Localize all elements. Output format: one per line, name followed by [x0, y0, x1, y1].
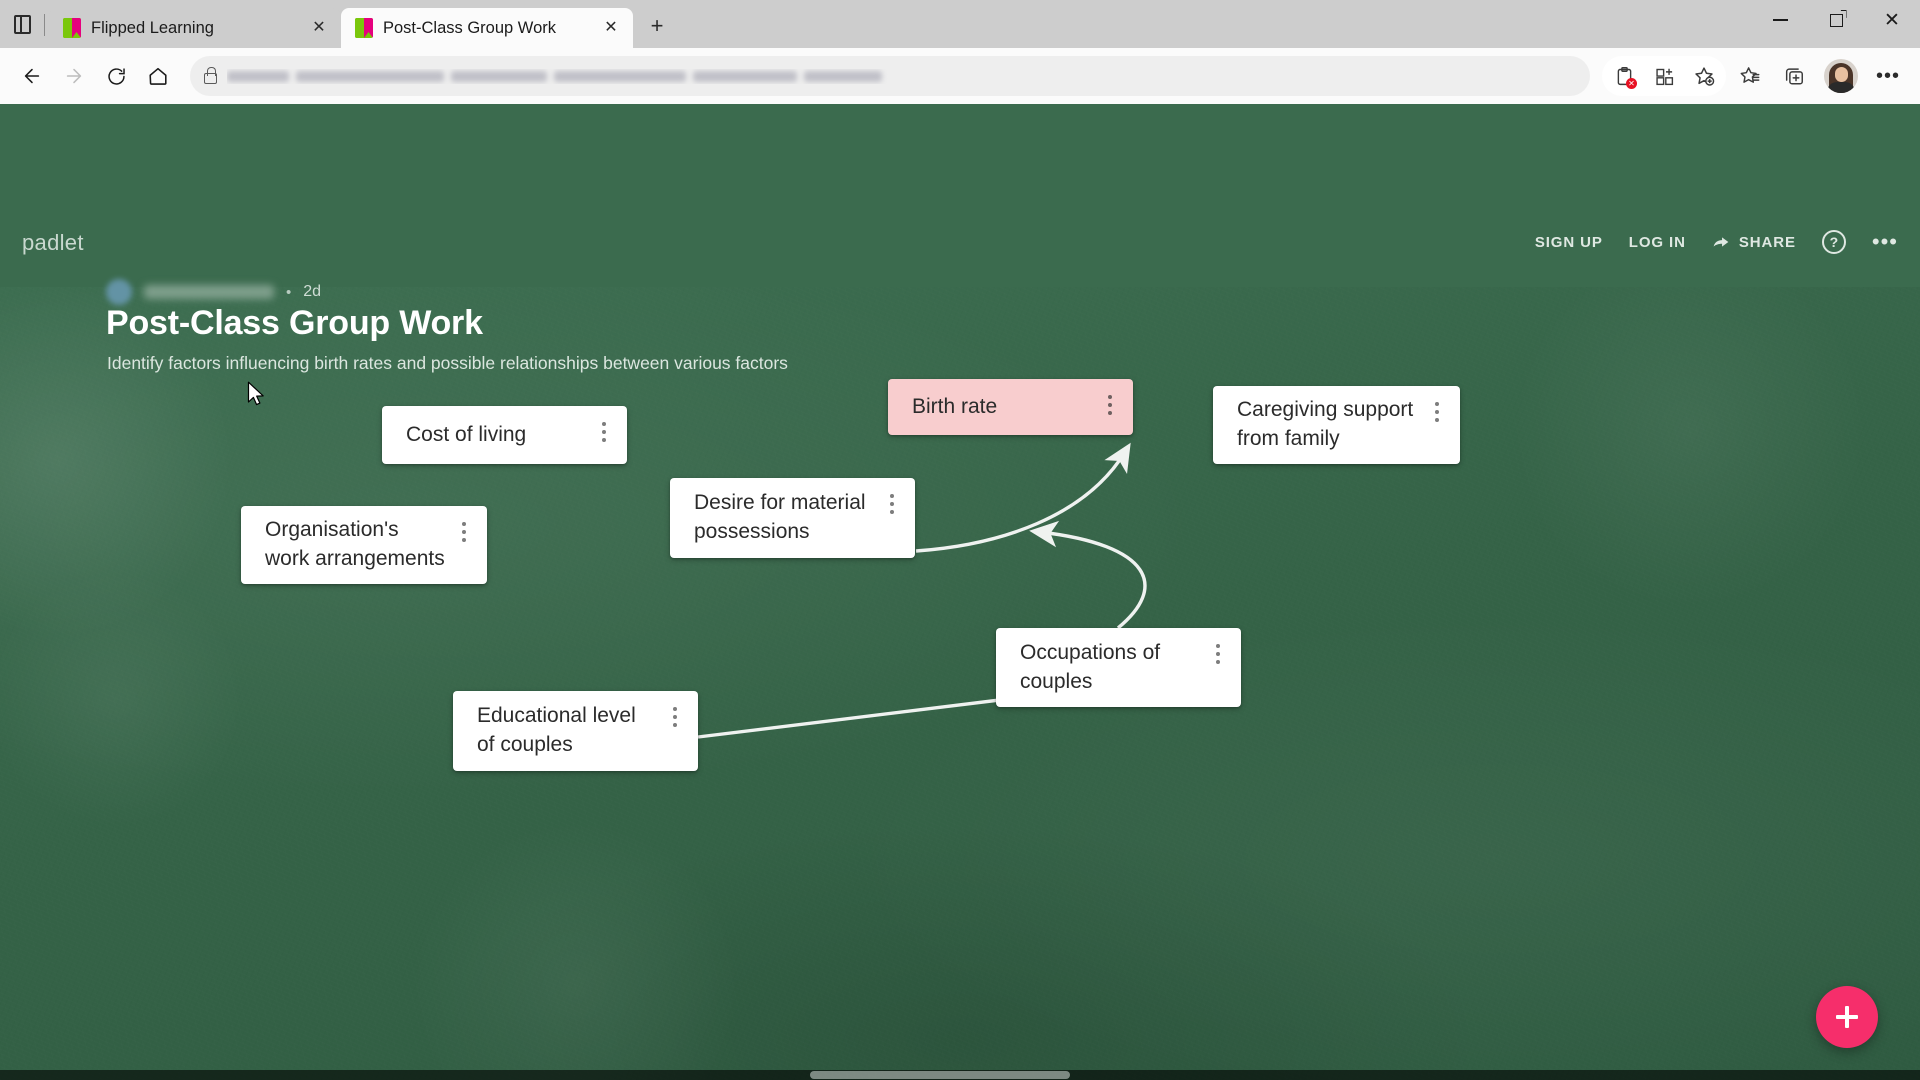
post-card-cost-of-living[interactable]: Cost of living [382, 406, 627, 464]
favorites-list-icon[interactable] [1730, 56, 1770, 96]
tab-list-glyph [13, 14, 31, 34]
tab-search-icon[interactable] [0, 0, 44, 48]
post-card-text: Occupations of couples [1020, 640, 1161, 693]
url-text [227, 69, 1576, 84]
avatar-body [1827, 82, 1855, 93]
byline-separator: • [286, 283, 292, 301]
author-name [144, 285, 274, 299]
post-card-educational-level[interactable]: Educational level of couples [453, 691, 698, 771]
browser-window: Flipped Learning ✕ Post-Class Group Work… [0, 0, 1920, 1080]
post-card-text: Educational level of couples [477, 704, 636, 756]
post-card-desire-material[interactable]: Desire for material possessions [670, 478, 915, 558]
padlet-app: Cost of living Birth rate Caregiving sup… [0, 104, 1920, 1080]
tab-close-icon[interactable]: ✕ [307, 16, 331, 40]
home-button[interactable] [138, 56, 178, 96]
minimize-button[interactable] [1752, 0, 1808, 40]
maximize-button[interactable] [1808, 0, 1864, 40]
padlet-logo[interactable]: padlet [22, 230, 84, 256]
forward-arrow-icon [66, 68, 82, 84]
forward-button[interactable] [54, 56, 94, 96]
header-actions: SIGN UP LOG IN SHARE ? ••• [1535, 230, 1898, 254]
tab-collections-icon[interactable] [1774, 56, 1814, 96]
tab-close-icon[interactable]: ✕ [599, 16, 623, 40]
avatar-face [1835, 67, 1848, 82]
tab-title: Flipped Learning [91, 18, 214, 37]
post-card-organisations-work[interactable]: Organisation's work arrangements [241, 506, 487, 584]
reload-button[interactable] [96, 56, 136, 96]
back-button[interactable] [12, 56, 52, 96]
board-more-icon[interactable]: ••• [1872, 231, 1898, 253]
clipboard-blocked-icon[interactable]: ✕ [1604, 56, 1644, 96]
help-icon[interactable]: ? [1821, 230, 1846, 254]
post-card-text: Birth rate [912, 394, 998, 418]
more-options-icon[interactable] [666, 705, 684, 729]
home-icon [149, 67, 167, 85]
new-tab-button[interactable]: + [639, 8, 675, 44]
padlet-header: padlet SIGN UP LOG IN SHARE ? ••• • 2d P… [0, 104, 1920, 373]
tab-divider [44, 14, 45, 36]
restore-icon [1829, 13, 1843, 27]
window-controls: ✕ [1752, 0, 1920, 48]
browser-toolbar: ✕ ••• [0, 48, 1920, 104]
add-post-button[interactable] [1816, 986, 1878, 1048]
close-window-button[interactable]: ✕ [1864, 0, 1920, 40]
log-in-button[interactable]: LOG IN [1629, 234, 1686, 251]
board-description: Identify factors influencing birth rates… [107, 353, 788, 373]
scrollbar-thumb[interactable] [810, 1071, 1070, 1079]
lock-icon [204, 66, 217, 84]
arrow-occupations-to-desire [1029, 520, 1147, 630]
tab-strip: Flipped Learning ✕ Post-Class Group Work… [0, 0, 1752, 48]
browser-titlebar: Flipped Learning ✕ Post-Class Group Work… [0, 0, 1920, 48]
ellipsis-glyph: ••• [1875, 65, 1900, 87]
favorite-add-icon[interactable] [1684, 56, 1724, 96]
more-options-icon[interactable] [455, 520, 473, 544]
post-card-occupations-couples[interactable]: Occupations of couples [996, 628, 1241, 707]
share-arrow-icon [1713, 237, 1729, 247]
more-options-icon[interactable] [1101, 393, 1119, 417]
board-age: 2d [303, 283, 322, 300]
post-card-birth-rate[interactable]: Birth rate [888, 379, 1133, 435]
post-card-caregiving-support[interactable]: Caregiving support from family [1213, 386, 1460, 464]
error-badge: ✕ [1626, 78, 1637, 89]
sign-up-button[interactable]: SIGN UP [1535, 234, 1603, 251]
share-label: SHARE [1738, 233, 1796, 251]
post-card-text: Caregiving support from family [1237, 398, 1414, 450]
more-options-icon[interactable] [1209, 642, 1227, 666]
collections-add-icon[interactable] [1644, 56, 1684, 96]
share-button[interactable]: SHARE [1712, 234, 1796, 251]
settings-more-icon[interactable]: ••• [1868, 56, 1908, 96]
more-options-icon[interactable] [595, 420, 613, 444]
reload-icon [107, 67, 125, 85]
horizontal-scrollbar[interactable] [0, 1070, 1920, 1080]
page-title: Post-Class Group Work [106, 304, 483, 342]
more-options-icon[interactable] [1428, 400, 1446, 424]
arrow-desire-to-birthrate [915, 442, 1131, 553]
browser-tab-1[interactable]: Flipped Learning ✕ [49, 8, 341, 48]
toolbar-icon-group: ✕ [1602, 56, 1726, 96]
byline: • 2d [106, 279, 321, 305]
mouse-cursor [247, 381, 264, 406]
profile-avatar[interactable] [1824, 59, 1858, 93]
minimize-icon [1772, 19, 1788, 21]
more-options-icon[interactable] [883, 492, 901, 516]
author-avatar [106, 279, 132, 305]
browser-tab-2[interactable]: Post-Class Group Work ✕ [341, 8, 633, 48]
post-card-text: Cost of living [406, 422, 527, 446]
padlet-favicon [63, 18, 81, 38]
padlet-canvas[interactable]: Cost of living Birth rate Caregiving sup… [0, 287, 1920, 1080]
tab-title: Post-Class Group Work [383, 18, 556, 37]
toolbar-icons: ✕ ••• [1602, 56, 1908, 96]
post-card-text: Desire for material possessions [694, 491, 866, 543]
plus-icon [1834, 1004, 1860, 1030]
close-icon: ✕ [1884, 9, 1900, 31]
padlet-favicon [355, 18, 373, 38]
address-bar[interactable] [190, 56, 1590, 96]
post-card-text: Organisation's work arrangements [265, 518, 445, 570]
back-arrow-icon [24, 68, 40, 84]
